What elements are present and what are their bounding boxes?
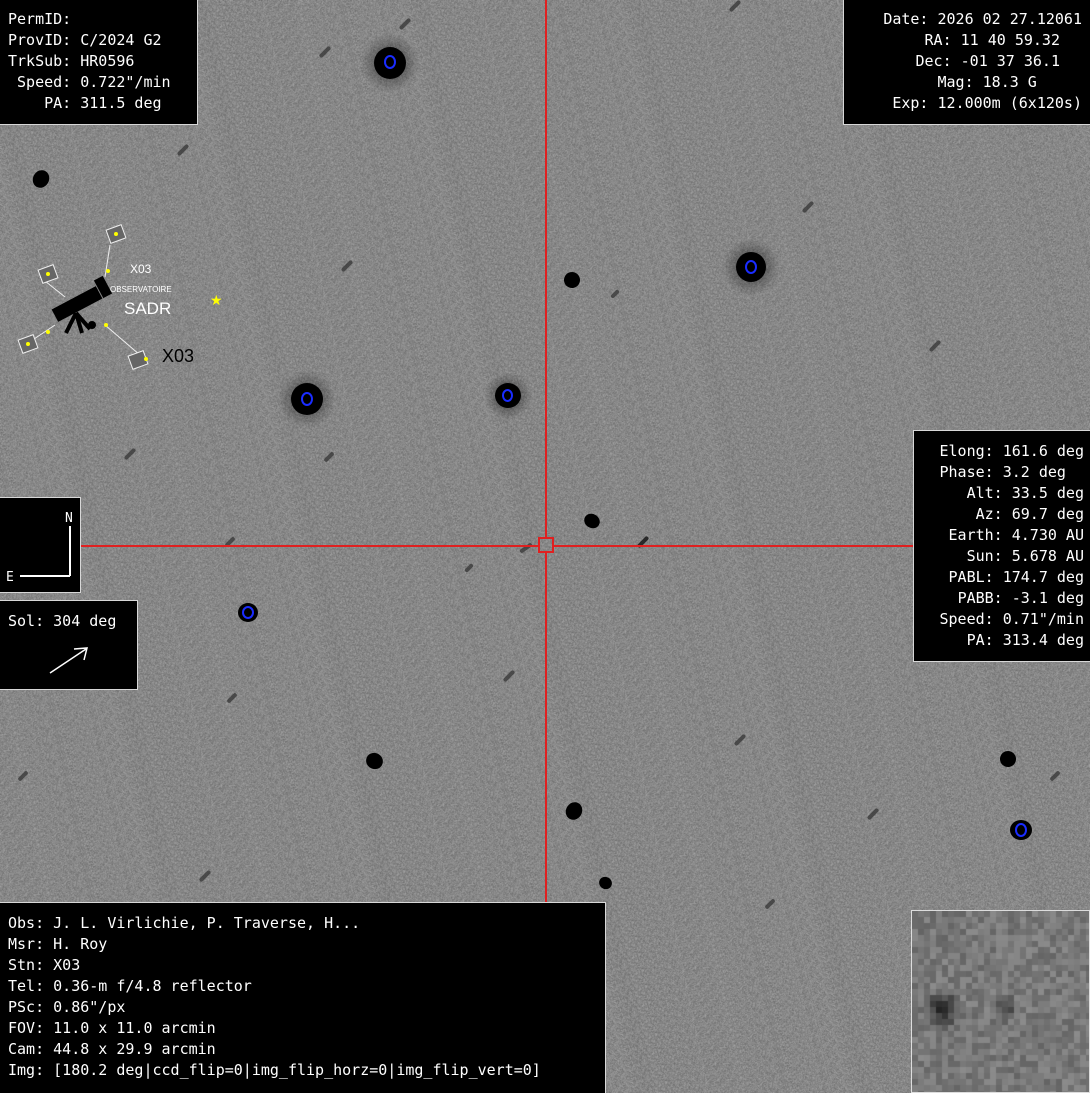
speed-text: Speed: 0.722"/min bbox=[8, 73, 171, 91]
crosshair-horizontal-left bbox=[81, 545, 538, 547]
motion-pa-text: PA: 313.4 deg bbox=[966, 631, 1084, 649]
psc-text: PSc: 0.86"/px bbox=[8, 998, 126, 1016]
reference-star-ring bbox=[301, 392, 313, 406]
obs-text: Obs: J. L. Virlichie, P. Traverse, H... bbox=[8, 914, 361, 932]
compass-north: N bbox=[65, 511, 73, 526]
mag-text: Mag: 18.3 G bbox=[937, 73, 1082, 91]
permid-text: PermID: bbox=[8, 10, 72, 28]
reference-star-ring bbox=[1015, 823, 1027, 837]
tel-text: Tel: 0.36-m f/4.8 reflector bbox=[8, 977, 252, 995]
earth-text: Earth: 4.730 AU bbox=[948, 526, 1084, 544]
telescope-icon bbox=[51, 275, 113, 334]
stn-text: Stn: X03 bbox=[8, 956, 81, 974]
zoomed-pixels bbox=[912, 911, 1089, 1092]
astrometry-image: X03 OBSERVATOIRE SADR ★ X03 PermID: Prov… bbox=[0, 0, 1090, 1093]
pabl-text: PABL: 174.7 deg bbox=[948, 568, 1084, 586]
logo-code-small: X03 bbox=[130, 262, 152, 276]
img-text: Img: [180.2 deg|ccd_flip=0|img_flip_horz… bbox=[8, 1061, 541, 1079]
crosshair-vertical-bottom bbox=[545, 553, 547, 902]
fov-text: FOV: 11.0 x 11.0 arcmin bbox=[8, 1019, 216, 1037]
target-marker bbox=[538, 537, 554, 553]
compass-east: E bbox=[6, 570, 14, 585]
logo-subtitle: OBSERVATOIRE bbox=[110, 285, 172, 294]
reference-star-ring bbox=[745, 260, 757, 274]
observation-info-panel: Obs: J. L. Virlichie, P. Traverse, H... … bbox=[0, 902, 606, 1093]
motion-speed-text: Speed: 0.71"/min bbox=[939, 610, 1085, 628]
tracking-info-panel: PermID: ProvID: C/2024 G2 TrkSub: HR0596… bbox=[0, 0, 198, 125]
compass-icon: N E bbox=[6, 511, 73, 585]
az-text: Az: 69.7 deg bbox=[975, 505, 1084, 523]
sol-text: Sol: 304 deg bbox=[8, 612, 117, 630]
observatory-logo: X03 OBSERVATOIRE SADR ★ X03 bbox=[17, 224, 223, 370]
logo-star-icon: ★ bbox=[210, 293, 223, 309]
sun-direction-panel: Sol: 304 deg bbox=[0, 600, 138, 690]
sun-text: Sun: 5.678 AU bbox=[966, 547, 1084, 565]
dec-text: Dec: -01 37 36.1 bbox=[915, 52, 1061, 70]
date-text: Date: 2026 02 27.12061 bbox=[883, 10, 1082, 28]
position-info-panel: Date: 2026 02 27.12061 RA: 11 40 59.32 D… bbox=[843, 0, 1090, 125]
pabb-text: PABB: -3.1 deg bbox=[957, 589, 1084, 607]
sun-direction-arrow-icon bbox=[49, 647, 88, 674]
ra-text: RA: 11 40 59.32 bbox=[924, 31, 1060, 49]
target-zoom-thumbnail bbox=[911, 910, 1090, 1093]
phase-text: Phase: 3.2 deg bbox=[939, 463, 1084, 481]
msr-text: Msr: H. Roy bbox=[8, 935, 108, 953]
provid-text: ProvID: C/2024 G2 bbox=[8, 31, 162, 49]
cam-text: Cam: 44.8 x 29.9 arcmin bbox=[8, 1040, 216, 1058]
pa-text: PA: 311.5 deg bbox=[8, 94, 162, 112]
crosshair-horizontal-right bbox=[554, 545, 913, 547]
reference-star-ring bbox=[502, 389, 513, 402]
compass-panel: N E bbox=[0, 497, 81, 593]
logo-code-large: X03 bbox=[162, 346, 194, 366]
exp-text: Exp: 12.000m (6x120s) bbox=[892, 94, 1082, 112]
crosshair-vertical-top bbox=[545, 0, 547, 537]
trksub-text: TrkSub: HR0596 bbox=[8, 52, 135, 70]
elong-text: Elong: 161.6 deg bbox=[939, 442, 1085, 460]
reference-star-ring bbox=[242, 606, 254, 619]
reference-star-ring bbox=[384, 55, 396, 69]
logo-name: SADR bbox=[124, 299, 171, 318]
alt-text: Alt: 33.5 deg bbox=[966, 484, 1084, 502]
ephemeris-info-panel: Elong: 161.6 deg Phase: 3.2 deg Alt: 33.… bbox=[913, 430, 1090, 662]
